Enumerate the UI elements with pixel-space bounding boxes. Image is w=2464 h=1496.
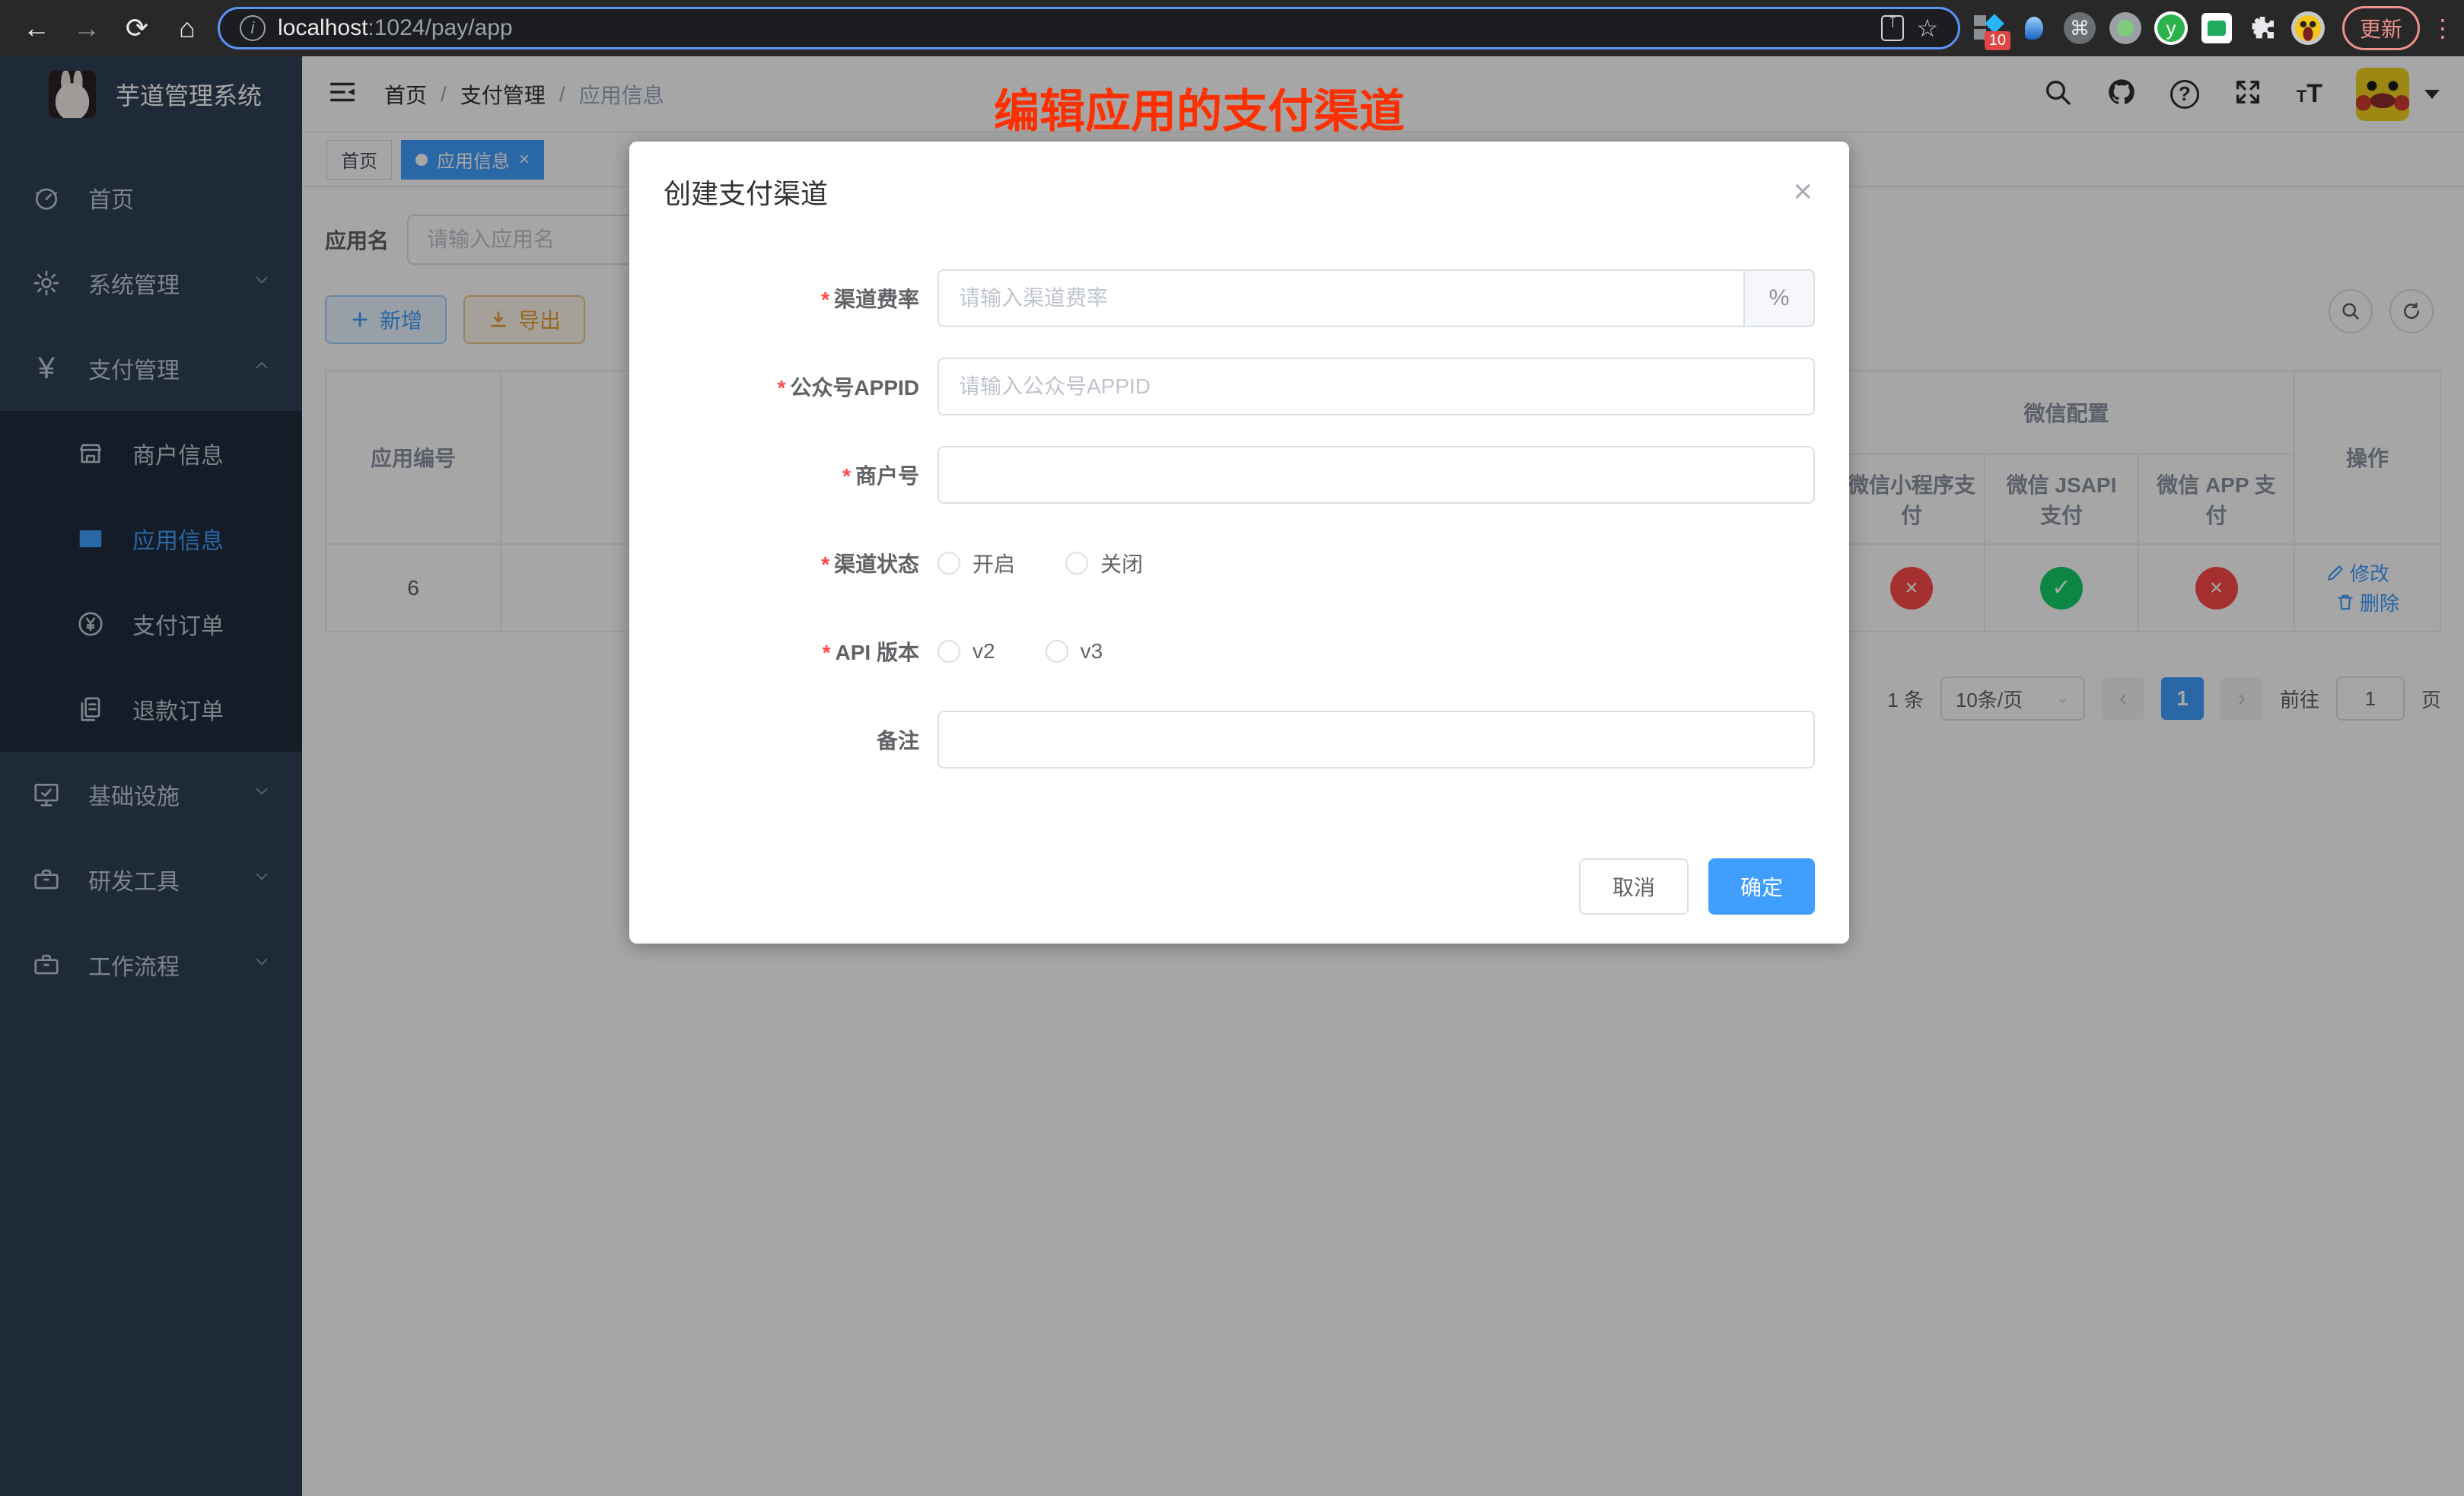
extension-balloon-icon[interactable] — [2017, 11, 2052, 46]
profile-avatar-icon[interactable] — [2291, 11, 2326, 46]
percent-suffix: % — [1745, 269, 1815, 327]
browser-back-icon[interactable]: ← — [17, 8, 56, 48]
bookmark-star-icon[interactable]: ☆ — [1916, 14, 1938, 43]
extension-dot-icon[interactable] — [2108, 11, 2143, 46]
required-star: * — [821, 552, 829, 576]
address-bar[interactable]: i localhost:1024/pay/app ☆ — [218, 7, 1960, 49]
field-api-version: *API 版本 v2 v3 — [664, 622, 1815, 680]
url-text: localhost:1024/pay/app — [278, 15, 513, 41]
field-merchant: *商户号 — [664, 446, 1815, 504]
extension-badge: 10 — [1985, 31, 2010, 50]
browser-forward-icon[interactable]: → — [67, 8, 107, 48]
browser-toolbar: ← → ⟳ ⌂ i localhost:1024/pay/app ☆ 10 ⌘ … — [0, 0, 2464, 56]
required-star: * — [821, 288, 829, 311]
required-star: * — [842, 464, 851, 488]
api-v2-radio[interactable]: v2 — [938, 639, 995, 664]
cancel-button[interactable]: 取消 — [1579, 858, 1689, 915]
browser-home-icon[interactable]: ⌂ — [167, 8, 207, 48]
remark-input[interactable] — [938, 711, 1815, 769]
rate-input[interactable] — [938, 269, 1745, 327]
radio-circle-icon — [1065, 552, 1088, 575]
field-remark: 备注 — [664, 711, 1815, 769]
red-annotation: 编辑应用的支付渠道 — [994, 75, 1405, 141]
browser-update-button[interactable]: 更新 — [2342, 6, 2420, 50]
radio-circle-icon — [938, 552, 960, 575]
share-icon[interactable] — [1881, 15, 1904, 41]
status-closed-radio[interactable]: 关闭 — [1065, 548, 1143, 578]
extension-chat-icon[interactable] — [2199, 11, 2234, 46]
required-star: * — [778, 376, 786, 399]
dialog-close-icon[interactable]: × — [1793, 175, 1813, 208]
field-status: *渠道状态 开启 关闭 — [664, 534, 1815, 592]
required-star: * — [823, 641, 831, 664]
appid-input[interactable] — [938, 358, 1815, 415]
extension-command-icon[interactable]: ⌘ — [2062, 11, 2097, 46]
extension-tabs-icon[interactable]: 10 — [1971, 11, 2006, 46]
merchant-input[interactable] — [938, 446, 1815, 504]
api-v3-radio[interactable]: v3 — [1046, 639, 1103, 664]
field-appid: *公众号APPID — [664, 358, 1815, 415]
browser-menu-icon[interactable]: ⋮ — [2431, 14, 2446, 43]
extensions-puzzle-icon[interactable] — [2245, 11, 2280, 46]
dialog-title: 创建支付渠道 — [664, 172, 1815, 212]
status-open-radio[interactable]: 开启 — [938, 548, 1015, 578]
extension-y-icon[interactable]: y — [2154, 11, 2189, 46]
browser-reload-icon[interactable]: ⟳ — [117, 8, 157, 48]
confirm-button[interactable]: 确定 — [1708, 858, 1815, 915]
radio-circle-icon — [938, 640, 960, 663]
field-rate: *渠道费率 % — [664, 269, 1815, 327]
create-channel-dialog: 创建支付渠道 × *渠道费率 % *公众号APPID *商户号 * — [629, 142, 1849, 944]
site-info-icon[interactable]: i — [240, 15, 266, 41]
radio-circle-icon — [1046, 640, 1068, 663]
